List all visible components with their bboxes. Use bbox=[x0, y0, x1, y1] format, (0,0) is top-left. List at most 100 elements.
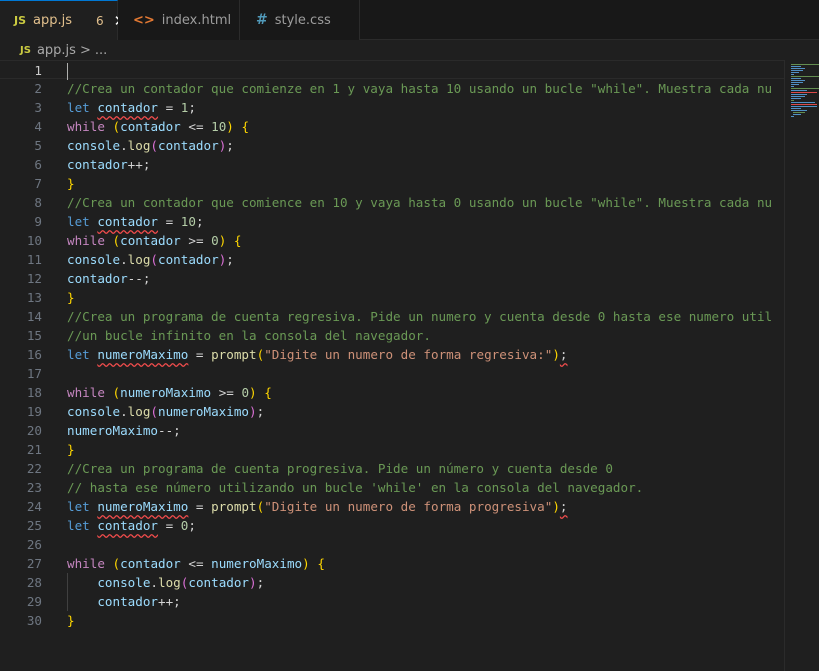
text-cursor bbox=[67, 63, 68, 80]
code-line[interactable]: 20 numeroMaximo--; bbox=[0, 421, 784, 440]
code-token: contador bbox=[120, 556, 181, 571]
code-line[interactable]: 1 bbox=[0, 60, 784, 80]
code-line[interactable]: 11 console.log(contador); bbox=[0, 250, 784, 269]
code-token: ) bbox=[552, 347, 560, 362]
code-token: <= bbox=[180, 556, 212, 571]
code-token: . bbox=[120, 404, 128, 419]
code-line[interactable]: 14 //Crea un programa de cuenta regresiva… bbox=[0, 307, 784, 326]
code-line[interactable]: 2 //Crea un contador que comienze en 1 y … bbox=[0, 79, 784, 98]
minimap-line bbox=[791, 66, 801, 67]
code-line[interactable]: 12 contador--; bbox=[0, 269, 784, 288]
code-token: //un bucle infinito en la consola del na… bbox=[67, 328, 431, 343]
line-code: //Crea un contador que comience en 10 y … bbox=[67, 193, 772, 212]
code-token: ; bbox=[559, 499, 568, 514]
code-token: >= bbox=[211, 385, 242, 400]
code-token: numeroMaximo bbox=[158, 404, 250, 419]
code-token: contador bbox=[97, 594, 159, 609]
code-line[interactable]: 17 bbox=[0, 364, 784, 383]
code-token: } bbox=[67, 442, 75, 457]
code-line[interactable]: 28 console.log(contador); bbox=[0, 573, 784, 592]
code-line[interactable]: 25 let contador = 0; bbox=[0, 516, 784, 535]
code-token: } bbox=[67, 290, 75, 305]
minimap-line bbox=[791, 64, 819, 65]
line-number: 24 bbox=[26, 499, 42, 514]
code-line[interactable]: 15 //un bucle infinito en la consola del … bbox=[0, 326, 784, 345]
code-token: prompt bbox=[211, 347, 257, 362]
code-token: ; bbox=[226, 138, 234, 153]
code-line[interactable]: 10 while (contador >= 0) { bbox=[0, 231, 784, 250]
chevron-right-icon: > bbox=[79, 42, 91, 58]
minimap-line bbox=[791, 90, 807, 91]
code-token: ; bbox=[188, 518, 196, 533]
code-line[interactable]: 16 let numeroMaximo = prompt("Digite un n… bbox=[0, 345, 784, 364]
line-code: //Crea un contador que comienze en 1 y v… bbox=[67, 79, 772, 98]
code-token: ++; bbox=[127, 157, 151, 172]
code-line[interactable]: 8 //Crea un contador que comience en 10 y… bbox=[0, 193, 784, 212]
line-code: //un bucle infinito en la consola del na… bbox=[67, 326, 431, 345]
code-editor[interactable]: 1 2 //Crea un contador que comienze en 1 y… bbox=[0, 60, 784, 671]
javascript-file-icon: JS bbox=[20, 44, 31, 56]
code-token: while bbox=[67, 385, 105, 400]
code-line[interactable]: 18 while (numeroMaximo >= 0) { bbox=[0, 383, 784, 402]
code-line[interactable]: 27 while (contador <= numeroMaximo) { bbox=[0, 554, 784, 573]
code-line[interactable]: 29 contador++; bbox=[0, 592, 784, 611]
code-token: ; bbox=[188, 100, 196, 115]
line-code: let contador = 1; bbox=[67, 98, 196, 117]
code-token: numeroMaximo bbox=[97, 347, 189, 362]
code-line[interactable]: 26 bbox=[0, 535, 784, 554]
code-line[interactable]: 9 let contador = 10; bbox=[0, 212, 784, 231]
breadcrumb-file[interactable]: app.js bbox=[37, 43, 76, 58]
code-token: log bbox=[127, 404, 151, 419]
code-token: let bbox=[67, 499, 90, 514]
line-code: let contador = 10; bbox=[67, 212, 204, 231]
code-line[interactable]: 6 contador++; bbox=[0, 155, 784, 174]
code-line[interactable]: 30} bbox=[0, 611, 784, 630]
css-file-icon: # bbox=[256, 12, 268, 28]
line-number: 2 bbox=[34, 81, 42, 96]
line-number: 13 bbox=[26, 290, 42, 305]
code-line[interactable]: 3 let contador = 1; bbox=[0, 98, 784, 117]
code-line[interactable]: 22 //Crea un programa de cuenta progresiv… bbox=[0, 459, 784, 478]
line-code: } bbox=[67, 288, 75, 307]
code-token: . bbox=[120, 252, 128, 267]
code-token: while bbox=[67, 556, 105, 571]
line-number: 11 bbox=[26, 252, 42, 267]
line-number: 23 bbox=[26, 480, 42, 495]
code-line[interactable]: 23 // hasta ese número utilizando un bucl… bbox=[0, 478, 784, 497]
code-token: ++; bbox=[158, 594, 181, 609]
breadcrumb-more[interactable]: ... bbox=[95, 43, 107, 58]
tab-style-css[interactable]: # style.css bbox=[240, 0, 360, 40]
code-token: ( bbox=[150, 138, 159, 153]
line-code: //Crea un programa de cuenta progresiva.… bbox=[67, 459, 613, 478]
code-line[interactable]: 4 while (contador <= 10) { bbox=[0, 117, 784, 136]
line-number: 29 bbox=[26, 594, 42, 609]
code-line[interactable]: 5 console.log(contador); bbox=[0, 136, 784, 155]
code-token: ; bbox=[195, 214, 204, 229]
minimap[interactable] bbox=[784, 60, 819, 671]
minimap-line bbox=[791, 116, 794, 117]
code-token: //Crea un programa de cuenta regresiva. … bbox=[67, 309, 773, 324]
line-code: contador--; bbox=[67, 269, 150, 288]
line-code: console.log(contador); bbox=[67, 573, 264, 592]
code-token: contador bbox=[67, 157, 128, 172]
code-line[interactable]: 7} bbox=[0, 174, 784, 193]
line-code: numeroMaximo--; bbox=[67, 421, 181, 440]
line-code: } bbox=[67, 611, 75, 630]
code-token: log bbox=[127, 252, 151, 267]
tab-app-js[interactable]: JS app.js 6 ✕ bbox=[0, 0, 126, 40]
code-token: console bbox=[67, 138, 121, 153]
code-token: contador bbox=[158, 138, 219, 153]
code-line[interactable]: 19 console.log(numeroMaximo); bbox=[0, 402, 784, 421]
minimap-line bbox=[791, 104, 817, 105]
code-line[interactable]: 13} bbox=[0, 288, 784, 307]
line-code: console.log(numeroMaximo); bbox=[67, 402, 264, 421]
code-token: let bbox=[67, 518, 90, 533]
code-line[interactable]: 21} bbox=[0, 440, 784, 459]
minimap-line bbox=[791, 108, 801, 109]
tab-index-html[interactable]: <> index.html bbox=[118, 0, 240, 40]
code-line[interactable]: 24 let numeroMaximo = prompt("Digite un n… bbox=[0, 497, 784, 516]
code-token: --; bbox=[127, 271, 151, 286]
